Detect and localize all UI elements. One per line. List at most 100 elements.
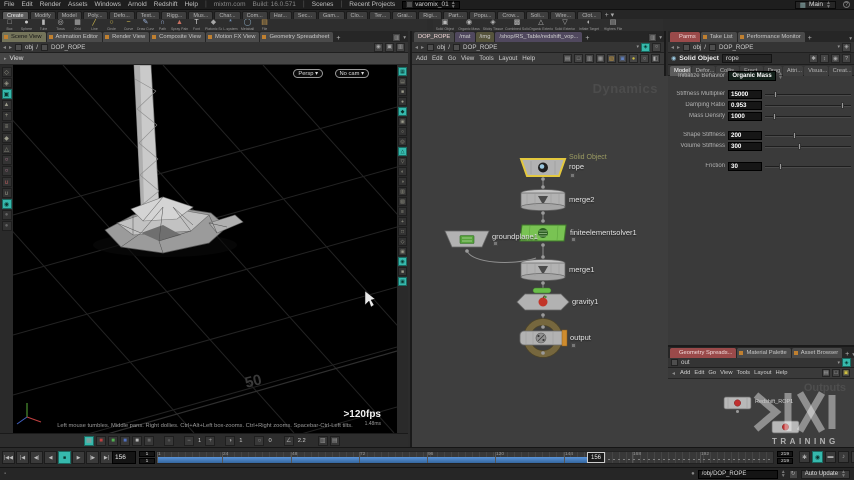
expand-icon[interactable]: ↕ — [820, 54, 829, 63]
pane-tab[interactable]: Performance Monitor — [737, 32, 805, 42]
key-icon[interactable]: ✱ — [799, 451, 810, 463]
forward-icon[interactable]: ▸ — [9, 44, 12, 51]
node-badge-icon[interactable] — [570, 173, 575, 178]
spinner-icon[interactable]: ▲ ▼ — [451, 0, 456, 9]
dop-network-canvas[interactable]: Dynamics Solid Object rope merge2 ground… — [412, 76, 668, 447]
display-option-icon[interactable]: ▤ — [398, 77, 407, 86]
node-label-finiteelementsolver1[interactable]: finiteelementsolver1 — [570, 228, 637, 237]
shelf-tab[interactable]: Rigi... — [418, 11, 443, 19]
network-menu-item[interactable]: Help — [776, 370, 788, 376]
folder-icon[interactable]: ▧ — [607, 54, 616, 63]
recent-projects-menu[interactable]: Recent Projects — [349, 1, 395, 8]
display-option-icon[interactable]: ≡ — [398, 207, 407, 216]
display-option-icon[interactable]: + — [398, 217, 407, 226]
shelf-tab[interactable]: Ter... — [369, 11, 392, 19]
viewport-tool-icon[interactable]: ◇ — [1, 67, 12, 77]
current-path-field[interactable]: /obj/DOP_ROPE — [697, 469, 778, 479]
pane-tab[interactable]: Motion FX View — [205, 32, 260, 42]
pin-icon[interactable]: ◈ — [842, 358, 851, 367]
param-value-field[interactable]: 300 — [728, 141, 762, 151]
param-node-name-field[interactable]: rope — [721, 54, 772, 63]
viewport-tool-icon[interactable]: ∪ — [1, 188, 12, 198]
node-label-rope[interactable]: rope — [569, 162, 584, 171]
display-option-icon[interactable]: ▦ — [398, 67, 407, 76]
slider-handle[interactable] — [792, 131, 796, 139]
transport-button[interactable]: |◀◀ — [2, 451, 15, 464]
layout-icon[interactable]: ▥ — [396, 42, 405, 52]
pane-split-icon[interactable]: ▥ — [392, 33, 402, 42]
snapshot-icon[interactable]: ▥ — [317, 435, 328, 446]
desktop-selector[interactable]: ▦ Main ▲ ▼ — [794, 0, 836, 9]
pane-tab[interactable]: Geometry Spreads... — [670, 348, 737, 358]
viewport-tool-icon[interactable]: ◆ — [1, 133, 12, 143]
node-badge-icon[interactable] — [493, 241, 498, 246]
grid-view-icon[interactable]: □ — [832, 369, 840, 377]
gamma-icon[interactable]: ∠ — [283, 435, 294, 446]
pane-split-icon[interactable]: ▥ — [648, 33, 658, 42]
node-label-groundplane1[interactable]: groundplane1 — [492, 232, 538, 241]
menu-item[interactable]: Arnold — [128, 1, 147, 8]
refresh-icon[interactable]: ↻ — [788, 469, 798, 479]
shelf-tab[interactable]: Rigg... — [161, 11, 188, 19]
network-menu-item[interactable]: Add — [680, 370, 690, 376]
camera-select-button[interactable]: No cam ▾ — [334, 69, 369, 78]
grid-view-icon[interactable]: □ — [574, 54, 583, 63]
transport-button[interactable]: |▶ — [86, 451, 99, 464]
viewport-tool-icon[interactable]: ○ — [1, 166, 12, 176]
network-menu-item[interactable]: Layout — [754, 370, 771, 376]
shelf-tab[interactable]: Popu... — [468, 11, 497, 19]
layers-icon[interactable]: ▥ — [585, 54, 594, 63]
param-value-field[interactable]: 1000 — [728, 111, 762, 121]
slider-handle[interactable] — [798, 142, 802, 150]
network-menu-item[interactable]: Help — [522, 55, 535, 62]
blue-channel-icon[interactable]: ■ — [120, 435, 130, 446]
shelf-tab[interactable]: Grai... — [392, 11, 418, 19]
shelf-tab[interactable]: Text... — [135, 11, 161, 19]
view-header[interactable]: ▸ View — [0, 53, 408, 65]
split-icon[interactable]: ◧ — [651, 54, 660, 63]
pane-tab-add-icon[interactable]: + — [334, 35, 342, 42]
list-view-icon[interactable]: ▤ — [822, 369, 830, 377]
back-icon[interactable]: ◂ — [3, 44, 6, 51]
forward-icon[interactable]: ▸ — [421, 44, 424, 51]
zoom-out-icon[interactable]: − — [184, 435, 194, 446]
node-label-redshift-rop1[interactable]: Redshift_ROP1 — [755, 399, 793, 405]
playhead[interactable]: 156 — [587, 452, 605, 463]
zoom-in-icon[interactable]: + — [205, 435, 216, 446]
red-channel-icon[interactable]: ■ — [96, 435, 106, 446]
network-menu-item[interactable]: View — [720, 370, 732, 376]
path-node[interactable]: DOP_ROPE — [51, 44, 85, 51]
shelf-tab[interactable]: Crow... — [497, 11, 525, 19]
shelf-tab[interactable]: Wire... — [550, 11, 577, 19]
display-option-icon[interactable]: ■ — [398, 87, 407, 96]
camera-icon[interactable]: ▣ — [385, 42, 394, 52]
pane-menu-icon[interactable]: ▾ — [403, 35, 406, 41]
viewport-tool-icon[interactable]: ▣ — [1, 89, 12, 99]
pane-tab[interactable]: Composite View — [150, 32, 205, 42]
shelf-tab[interactable]: Defo... — [108, 11, 135, 19]
spinner-icon[interactable]: ▲ ▼ — [778, 71, 783, 80]
network-tab[interactable]: /shop/RS_Table/redshift_vop... — [495, 32, 583, 42]
param-value-field[interactable]: 0.953 — [728, 100, 762, 110]
transport-button[interactable]: ◀ — [44, 451, 57, 464]
shelf-tab[interactable]: Part... — [443, 11, 468, 19]
viewport-tool-icon[interactable]: + — [1, 111, 12, 121]
back-icon[interactable]: ◂ — [672, 370, 675, 377]
spinner-icon[interactable]: ▲ ▼ — [826, 0, 831, 9]
shelf-add-icon[interactable]: + ▾ — [605, 11, 615, 19]
back-icon[interactable]: ◂ — [671, 44, 674, 51]
transport-button[interactable]: |◀ — [16, 451, 29, 464]
path-node[interactable]: DOP_ROPE — [463, 44, 497, 51]
display-option-icon[interactable]: ◐ — [398, 167, 407, 176]
green-channel-icon[interactable]: ■ — [108, 435, 118, 446]
shelf-tab[interactable]: Com... — [241, 11, 268, 19]
pane-tab[interactable]: Render View — [103, 32, 150, 42]
color-icon[interactable]: ● — [629, 54, 638, 63]
pane-tab[interactable]: Asset Browser — [791, 348, 843, 358]
path-node[interactable]: out — [681, 359, 690, 366]
viewport-canvas[interactable]: Persp ▾ No cam ▾ >120fps 1.48ms 50 Left … — [13, 65, 397, 433]
network-tab[interactable]: DOP_ROPE — [414, 32, 455, 42]
transport-button[interactable]: ■ — [58, 451, 71, 464]
display-option-icon[interactable]: ▣ — [398, 247, 407, 256]
gear-icon[interactable]: ✱ — [809, 54, 818, 63]
